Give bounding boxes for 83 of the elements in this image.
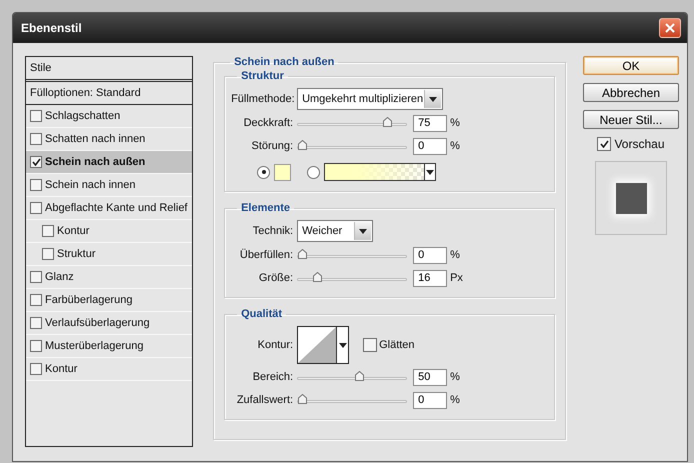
field-label: Störung:: [250, 140, 294, 152]
slider-thumb[interactable]: [298, 140, 308, 150]
checkbox[interactable]: [30, 363, 42, 375]
slider[interactable]: [297, 272, 408, 284]
unit-label: %: [450, 249, 460, 261]
style-list-item[interactable]: Farbüberlagerung: [26, 289, 192, 312]
checkbox[interactable]: [363, 338, 378, 352]
slider-thumb[interactable]: [298, 394, 308, 404]
slider-thumb[interactable]: [355, 371, 364, 381]
slider-thumb[interactable]: [382, 117, 392, 127]
dialog-button[interactable]: OK: [583, 56, 679, 75]
field-label: Größe:: [258, 272, 294, 284]
style-list-item[interactable]: Abgeflachte Kante und Relief: [26, 197, 192, 220]
field-label: Überfüllen:: [238, 249, 294, 261]
checkbox[interactable]: [30, 202, 42, 214]
unit-label: %: [450, 371, 460, 383]
group-title: Qualität: [240, 308, 284, 320]
dropdown-arrow-icon: [338, 342, 347, 348]
field-label: Deckkraft:: [242, 117, 294, 129]
dropdown[interactable]: Umgekehrt multiplizieren: [297, 88, 444, 110]
style-list-item[interactable]: Glanz: [26, 266, 192, 289]
style-list-item[interactable]: Schein nach innen: [26, 174, 192, 197]
slider[interactable]: [297, 140, 408, 152]
value-field[interactable]: 0: [413, 138, 448, 154]
field-label: Zufallswert:: [236, 394, 294, 406]
checkbox[interactable]: [30, 317, 42, 329]
slider[interactable]: [297, 371, 408, 383]
close-button[interactable]: [659, 18, 681, 38]
checkbox[interactable]: [30, 179, 42, 191]
dropdown-arrow-icon: [429, 96, 438, 102]
checkbox[interactable]: [30, 271, 42, 283]
dialog-button[interactable]: Abbrechen: [583, 83, 679, 102]
checkbox[interactable]: [42, 225, 54, 237]
style-list-item[interactable]: Struktur: [26, 243, 192, 266]
style-list-item[interactable]: Verlaufsüberlagerung: [26, 312, 192, 335]
window-title: Ebenenstil: [21, 21, 82, 35]
checkbox-label: Glätten: [379, 339, 415, 351]
unit-label: %: [450, 140, 460, 152]
value-field[interactable]: 75: [413, 114, 448, 132]
group-title: Struktur: [240, 70, 285, 82]
checkbox[interactable]: [30, 294, 42, 306]
slider[interactable]: [297, 249, 408, 261]
value-field[interactable]: 0: [413, 246, 448, 264]
checkbox[interactable]: [30, 156, 42, 168]
style-list-item[interactable]: Kontur: [26, 358, 192, 381]
checkbox[interactable]: [30, 133, 42, 145]
slider[interactable]: [297, 394, 408, 406]
color-swatch[interactable]: [274, 164, 292, 180]
radio-button[interactable]: [257, 166, 270, 178]
dropdown-arrow-icon: [426, 170, 434, 174]
dropdown[interactable]: Weicher: [297, 220, 374, 242]
close-icon: [665, 23, 675, 33]
unit-label: %: [450, 394, 460, 406]
value-field[interactable]: 50: [413, 368, 448, 386]
style-list-item[interactable]: Kontur: [26, 220, 192, 243]
contour-picker[interactable]: [297, 326, 350, 364]
field-label: Füllmethode:: [231, 93, 296, 105]
style-list-item[interactable]: Schlagschatten: [26, 105, 192, 128]
checkbox[interactable]: [597, 137, 612, 151]
slider-thumb[interactable]: [298, 249, 308, 259]
field-label: Technik:: [252, 225, 294, 237]
group-title: Elemente: [240, 202, 291, 214]
checkbox[interactable]: [30, 110, 42, 122]
dropdown-arrow-icon: [359, 228, 368, 234]
list-header[interactable]: Stile: [26, 57, 192, 82]
slider[interactable]: [297, 117, 408, 129]
value-field[interactable]: 0: [413, 392, 448, 408]
unit-label: %: [450, 117, 460, 129]
style-list-item[interactable]: Musterüberlagerung: [26, 335, 192, 358]
value-field[interactable]: 16: [413, 270, 448, 286]
checkbox[interactable]: [42, 248, 54, 260]
checkbox-label: Vorschau: [614, 137, 665, 151]
section-title: Schein nach außen: [233, 56, 336, 68]
unit-label: Px: [450, 272, 463, 284]
style-list-item[interactable]: Schein nach außen: [26, 151, 192, 174]
radio-button[interactable]: [307, 166, 320, 178]
dialog-button[interactable]: Neuer Stil...: [583, 110, 679, 129]
list-entry[interactable]: Fülloptionen: Standard: [26, 82, 192, 105]
gradient-picker[interactable]: [324, 163, 436, 181]
field-label: Bereich:: [252, 371, 294, 383]
field-label: Kontur:: [256, 339, 294, 351]
slider-thumb[interactable]: [313, 272, 322, 282]
checkbox[interactable]: [30, 340, 42, 352]
